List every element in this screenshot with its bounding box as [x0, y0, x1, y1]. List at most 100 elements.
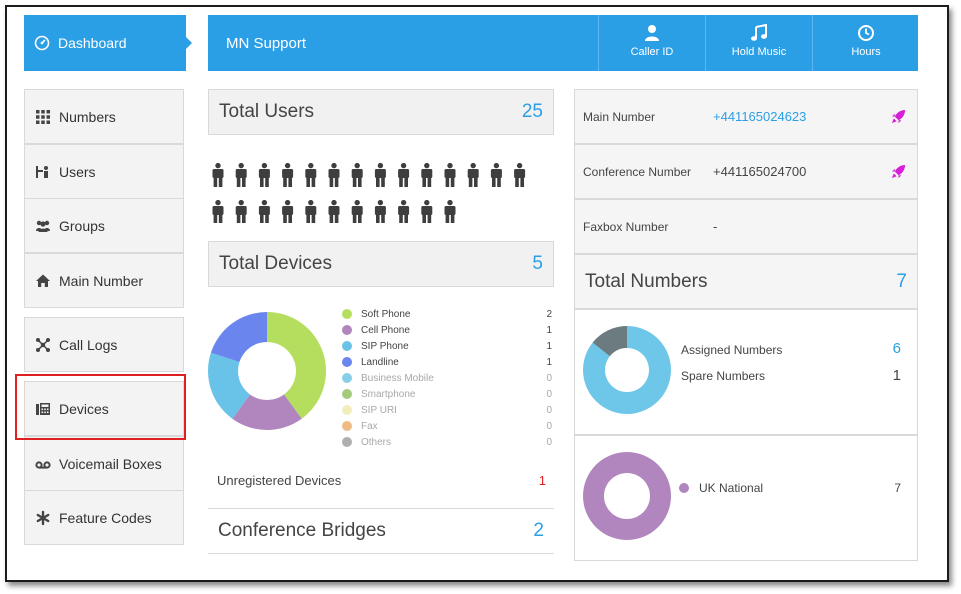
legend-label: Business Mobile	[361, 372, 434, 384]
sidebar-item-voicemail-boxes[interactable]: Voicemail Boxes	[24, 436, 184, 491]
sidebar-item-main-number[interactable]: Main Number	[24, 253, 184, 308]
user-figure-icon	[490, 162, 502, 187]
sidebar-item-label: Numbers	[59, 108, 116, 125]
conference-number-row[interactable]: Conference Number +441165024700	[574, 144, 918, 199]
total-users-panel[interactable]: Total Users 25	[208, 89, 554, 135]
hold-music-button[interactable]: Hold Music	[705, 15, 812, 71]
assigned-numbers-count: 6	[892, 340, 901, 357]
legend-dot	[342, 405, 352, 415]
total-devices-panel[interactable]: Total Devices 5	[208, 241, 554, 287]
user-figure-icon	[351, 162, 363, 187]
group-icon	[36, 220, 50, 232]
user-figure-icon	[444, 199, 456, 223]
call-logs-icon	[36, 337, 50, 352]
unregistered-devices-count: 1	[538, 473, 546, 488]
user-figure-icon	[305, 162, 317, 187]
legend-dot	[342, 341, 352, 351]
hours-button[interactable]: Hours	[812, 15, 919, 71]
legend-item: SIP URI 0	[342, 402, 552, 418]
legend-dot	[342, 421, 352, 431]
user-figure-icon	[444, 162, 456, 187]
assigned-donut-chart	[583, 326, 671, 414]
user-figure-icon	[421, 199, 433, 223]
legend-item: Cell Phone 1	[342, 322, 552, 338]
user-figure-icon	[398, 199, 410, 223]
user-figure-icon	[212, 199, 224, 223]
total-numbers-count: 7	[896, 270, 907, 292]
user-figure-icon	[282, 199, 294, 223]
legend-item: Business Mobile 0	[342, 370, 552, 386]
legend-value: 0	[546, 436, 552, 448]
legend-dot	[342, 309, 352, 319]
dashboard-label: Dashboard	[58, 35, 127, 51]
sidebar-item-feature-codes[interactable]: Feature Codes	[24, 490, 184, 545]
sidebar-item-label: Users	[59, 163, 96, 180]
legend-item: Smartphone 0	[342, 386, 552, 402]
legend-label: Others	[361, 436, 392, 448]
dashboard-button[interactable]: Dashboard	[24, 15, 186, 71]
legend-item: Fax 0	[342, 418, 552, 434]
legend-label: Soft Phone	[361, 308, 411, 320]
faxbox-number-row[interactable]: Faxbox Number -	[574, 199, 918, 254]
user-icon	[645, 25, 659, 41]
region-donut-chart	[583, 452, 671, 540]
dashboard-frame: Dashboard MN Support Caller ID Hold Musi…	[5, 5, 949, 582]
legend-item: Landline 1	[342, 354, 552, 370]
sidebar-item-groups[interactable]: Groups	[24, 198, 184, 253]
top-bar: MN Support Caller ID Hold Music Hours	[208, 15, 918, 71]
music-note-icon	[751, 24, 767, 41]
main-number-row[interactable]: Main Number +441165024623	[574, 89, 918, 144]
legend-value: 0	[546, 388, 552, 400]
rocket-icon[interactable]	[891, 109, 906, 124]
rocket-icon[interactable]	[891, 164, 906, 179]
total-users-count: 25	[521, 101, 543, 122]
sidebar-item-label: Voicemail Boxes	[59, 455, 162, 472]
spare-numbers-label: Spare Numbers	[681, 369, 766, 383]
total-devices-title: Total Devices	[219, 253, 332, 274]
faxbox-number-value: -	[713, 219, 718, 234]
legend-dot	[342, 437, 352, 447]
user-figure-icon	[351, 199, 363, 223]
legend-label: SIP URI	[361, 404, 397, 416]
legend-label: SIP Phone	[361, 340, 409, 352]
conference-bridges-panel[interactable]: Conference Bridges 2	[208, 508, 554, 554]
user-figure-icon	[305, 199, 317, 223]
faxbox-number-label: Faxbox Number	[583, 220, 669, 234]
donut-slice-landline	[210, 312, 267, 363]
user-figure-icon	[258, 162, 270, 187]
sidebar-item-users[interactable]: Users	[24, 144, 184, 199]
user-figure-icon	[282, 162, 294, 187]
conference-bridges-title: Conference Bridges	[218, 520, 386, 541]
legend-value: 0	[546, 420, 552, 432]
main-number-label: Main Number	[583, 110, 656, 124]
uk-national-count: 7	[894, 481, 901, 495]
sidebar-item-label: Groups	[59, 217, 105, 234]
caller-id-button[interactable]: Caller ID	[598, 15, 705, 71]
legend-label: Cell Phone	[361, 324, 410, 336]
user-figure-icon	[374, 199, 386, 223]
user-figure-icon	[212, 162, 224, 187]
devices-donut-chart	[208, 312, 326, 430]
hold-music-label: Hold Music	[731, 46, 787, 58]
donut-slice-uk-national	[583, 452, 671, 540]
legend-value: 0	[546, 404, 552, 416]
legend-label: Smartphone	[361, 388, 416, 400]
user-figure-icon	[235, 199, 247, 223]
conference-number-label: Conference Number	[583, 165, 692, 179]
asterisk-icon	[36, 510, 50, 525]
devices-legend: Soft Phone 2 Cell Phone 1 SIP Phone 1 Landline…	[342, 306, 552, 454]
sidebar-item-label: Feature Codes	[59, 509, 152, 526]
sidebar-item-call-logs[interactable]: Call Logs	[24, 317, 184, 372]
main-number-value[interactable]: +441165024623	[713, 109, 806, 124]
total-numbers-panel[interactable]: Total Numbers 7	[574, 254, 918, 309]
speedometer-icon	[34, 35, 50, 51]
clock-icon	[858, 25, 874, 41]
devices-highlight-box	[15, 374, 186, 440]
legend-label: Fax	[361, 420, 378, 432]
active-arrow	[186, 37, 192, 49]
conference-bridges-count: 2	[533, 520, 544, 541]
sidebar-item-numbers[interactable]: Numbers	[24, 89, 184, 144]
legend-dot	[342, 373, 352, 383]
spare-numbers-count: 1	[892, 367, 901, 384]
total-users-title: Total Users	[219, 101, 315, 122]
